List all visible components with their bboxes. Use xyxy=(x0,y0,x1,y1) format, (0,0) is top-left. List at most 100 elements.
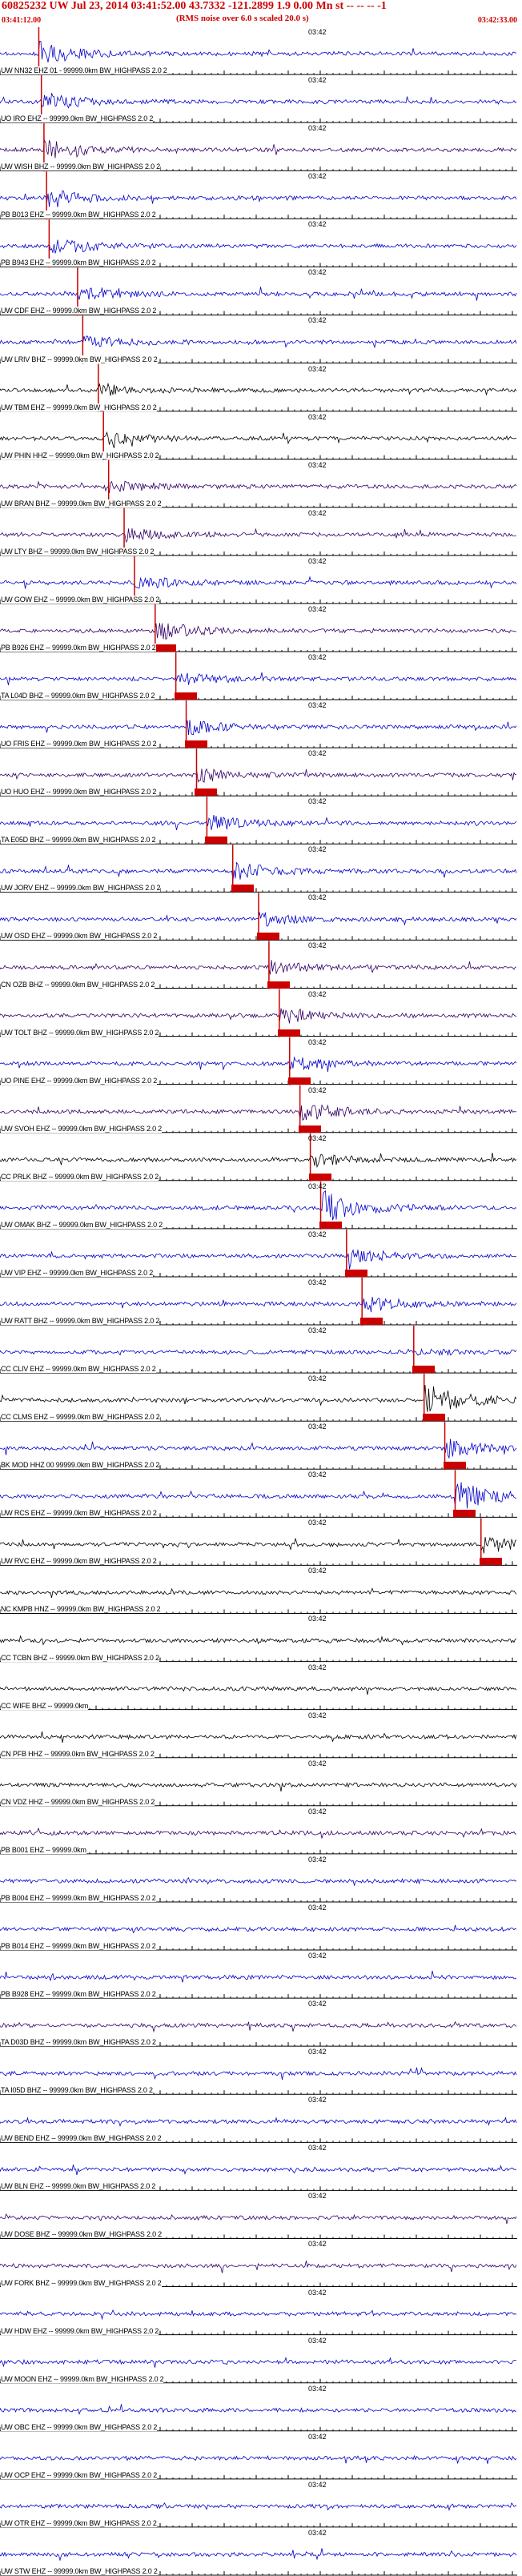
pick-marker xyxy=(184,740,207,748)
trace-label: UW SVOH EHZ -- 99999.0km BW_HIGHPASS 2.0… xyxy=(1,1124,162,1133)
pick-marker xyxy=(412,1366,435,1374)
time-marker: 03:42 xyxy=(308,941,327,950)
waveform-trace xyxy=(0,2404,517,2415)
waveform-trace xyxy=(0,2502,517,2511)
pick-marker xyxy=(298,1125,321,1133)
waveform-trace xyxy=(0,1008,517,1024)
time-marker: 03:42 xyxy=(308,364,327,373)
waveform-trace xyxy=(0,1587,517,1599)
time-marker: 03:42 xyxy=(308,460,327,469)
time-marker: 03:42 xyxy=(308,220,327,229)
time-marker: 03:42 xyxy=(308,1952,327,1960)
trace-label: NC KMPB HNZ -- 99999.0km BW_HIGHPASS 2.0… xyxy=(1,1605,161,1614)
time-marker: 03:42 xyxy=(308,1519,327,1527)
waveform-trace xyxy=(0,335,517,348)
waveform-trace xyxy=(0,576,517,589)
trace-label: UW DOSE BHZ -- 99999.0km BW_HIGHPASS 2.0… xyxy=(1,2230,162,2239)
time-marker: 03:42 xyxy=(308,845,327,854)
time-marker: 03:42 xyxy=(308,76,327,85)
time-marker: 03:42 xyxy=(308,1374,327,1383)
waveform-trace xyxy=(0,1731,517,1743)
trace-label: UW LTY BHZ -- 99999.0km BW_HIGHPASS 2.0 … xyxy=(1,547,155,556)
trace-label: TA I05D BHZ -- 99999.0km BW_HIGHPASS 2.0… xyxy=(1,2086,153,2095)
pick-marker xyxy=(443,1462,466,1470)
trace-label: UW OSD EHZ -- 99999.0km BW_HIGHPASS 2.0 … xyxy=(1,932,158,941)
time-marker: 03:42 xyxy=(308,1567,327,1575)
event-title: 60825232 UW Jul 23, 2014 03:41:52.00 43.… xyxy=(2,0,387,12)
time-marker: 03:42 xyxy=(308,1663,327,1671)
waveform-trace xyxy=(0,431,517,448)
time-marker: 03:42 xyxy=(308,2096,327,2105)
waveform-trace xyxy=(0,2309,517,2321)
trace-label: UW RCS EHZ -- 99999.0km BW_HIGHPASS 2.0 … xyxy=(1,1509,157,1518)
trace-label: TA E05D BHZ -- 99999.0km BW_HIGHPASS 2.0… xyxy=(1,836,156,845)
trace-label: UO IRO EHZ -- 99999.0km BW_HIGHPASS 2.0 … xyxy=(1,114,154,123)
time-marker: 03:42 xyxy=(308,124,327,133)
waveform-trace xyxy=(0,861,517,881)
time-marker: 03:42 xyxy=(308,2384,327,2393)
time-marker: 03:42 xyxy=(308,701,327,710)
trace-label: CN OZB BHZ -- 99999.0km BW_HIGHPASS 2.0 … xyxy=(1,980,155,989)
pick-marker xyxy=(205,837,228,845)
time-marker: 03:42 xyxy=(308,1855,327,1864)
trace-label: UW OTR EHZ -- 99999.0km BW_HIGHPASS 2.0 … xyxy=(1,2518,157,2527)
waveform-trace xyxy=(0,2356,517,2368)
time-marker: 03:42 xyxy=(308,316,327,325)
trace-label: PB B013 EHZ -- 99999.0km BW_HIGHPASS 2.0… xyxy=(1,211,156,219)
pick-marker xyxy=(319,1221,342,1229)
time-marker: 03:42 xyxy=(308,652,327,661)
pick-marker xyxy=(231,885,254,893)
trace-label: UW RATT BHZ -- 99999.0km BW_HIGHPASS 2.0… xyxy=(1,1317,160,1326)
trace-label: UW BEND EHZ -- 99999.0km BW_HIGHPASS 2.0… xyxy=(1,2134,162,2143)
waveform-trace xyxy=(0,1970,517,1983)
time-marker: 03:42 xyxy=(308,1085,327,1094)
time-marker: 03:42 xyxy=(308,893,327,902)
time-marker: 03:42 xyxy=(308,2432,327,2441)
waveform-trace xyxy=(0,1104,517,1121)
trace-label: PB B004 EHZ -- 99999.0km BW_HIGHPASS 2.0… xyxy=(1,1893,156,1902)
time-marker: 03:42 xyxy=(308,412,327,421)
trace-label: UW BRAN BHZ -- 99999.0km BW_HIGHPASS 2.0… xyxy=(1,499,162,508)
end-time: 03:42:33.00 xyxy=(477,16,517,25)
time-marker: 03:42 xyxy=(308,1807,327,1816)
pick-marker xyxy=(174,692,197,700)
waveform-trace xyxy=(0,2117,517,2127)
waveform-trace xyxy=(0,2067,517,2080)
waveform-trace xyxy=(0,93,517,109)
pick-marker xyxy=(257,933,279,941)
time-marker: 03:42 xyxy=(308,2240,327,2249)
trace-label: UW OBC EHZ -- 99999.0km BW_HIGHPASS 2.0 … xyxy=(1,2422,158,2431)
time-marker: 03:42 xyxy=(308,1230,327,1238)
time-marker: 03:42 xyxy=(308,1134,327,1142)
pick-marker xyxy=(267,981,290,989)
plot-header: 60825232 UW Jul 23, 2014 03:41:52.00 43.… xyxy=(0,0,522,27)
waveform-trace xyxy=(0,1827,517,1839)
pick-marker xyxy=(277,1029,300,1037)
waveform-trace xyxy=(0,1385,517,1412)
time-marker: 03:42 xyxy=(308,2144,327,2153)
time-marker: 03:42 xyxy=(308,508,327,517)
pick-marker xyxy=(422,1414,445,1422)
trace-label: UW CDF EHZ -- 99999.0km BW_HIGHPASS 2.0 … xyxy=(1,307,157,315)
trace-label: UW HDW EHZ -- 99999.0km BW_HIGHPASS 2.0 … xyxy=(1,2326,159,2335)
waveform-trace xyxy=(0,480,517,493)
time-marker: 03:42 xyxy=(308,28,327,36)
time-marker: 03:42 xyxy=(308,2528,327,2537)
waveform-trace xyxy=(0,768,517,783)
time-marker: 03:42 xyxy=(308,2288,327,2297)
trace-label: UW GOW EHZ -- 99999.0km BW_HIGHPASS 2.0 … xyxy=(1,595,160,604)
trace-label: UW RVC EHZ -- 99999.0km BW_HIGHPASS 2.0 … xyxy=(1,1557,157,1566)
waveform-trace xyxy=(0,2548,517,2562)
waveform-trace xyxy=(0,960,517,975)
waveform-trace xyxy=(0,1056,517,1073)
waveform-trace xyxy=(0,2213,517,2225)
trace-label: UO FRIS EHZ -- 99999.0km BW_HIGHPASS 2.0… xyxy=(1,740,157,748)
waveform-trace xyxy=(0,2454,517,2464)
waveform-trace xyxy=(0,1782,517,1792)
trace-label: UW VIP EHZ -- 99999.0km BW_HIGHPASS 2.0 … xyxy=(1,1268,154,1277)
trace-label: TA L04D BHZ -- 99999.0km BW_HIGHPASS 2.0… xyxy=(1,692,155,700)
time-marker: 03:42 xyxy=(308,797,327,806)
trace-label: UW STW EHZ -- 99999.0km BW_HIGHPASS 2.0 … xyxy=(1,2567,158,2575)
trace-label: PB B014 EHZ -- 99999.0km BW_HIGHPASS 2.0… xyxy=(1,1942,156,1951)
waveform-trace xyxy=(0,1296,517,1313)
